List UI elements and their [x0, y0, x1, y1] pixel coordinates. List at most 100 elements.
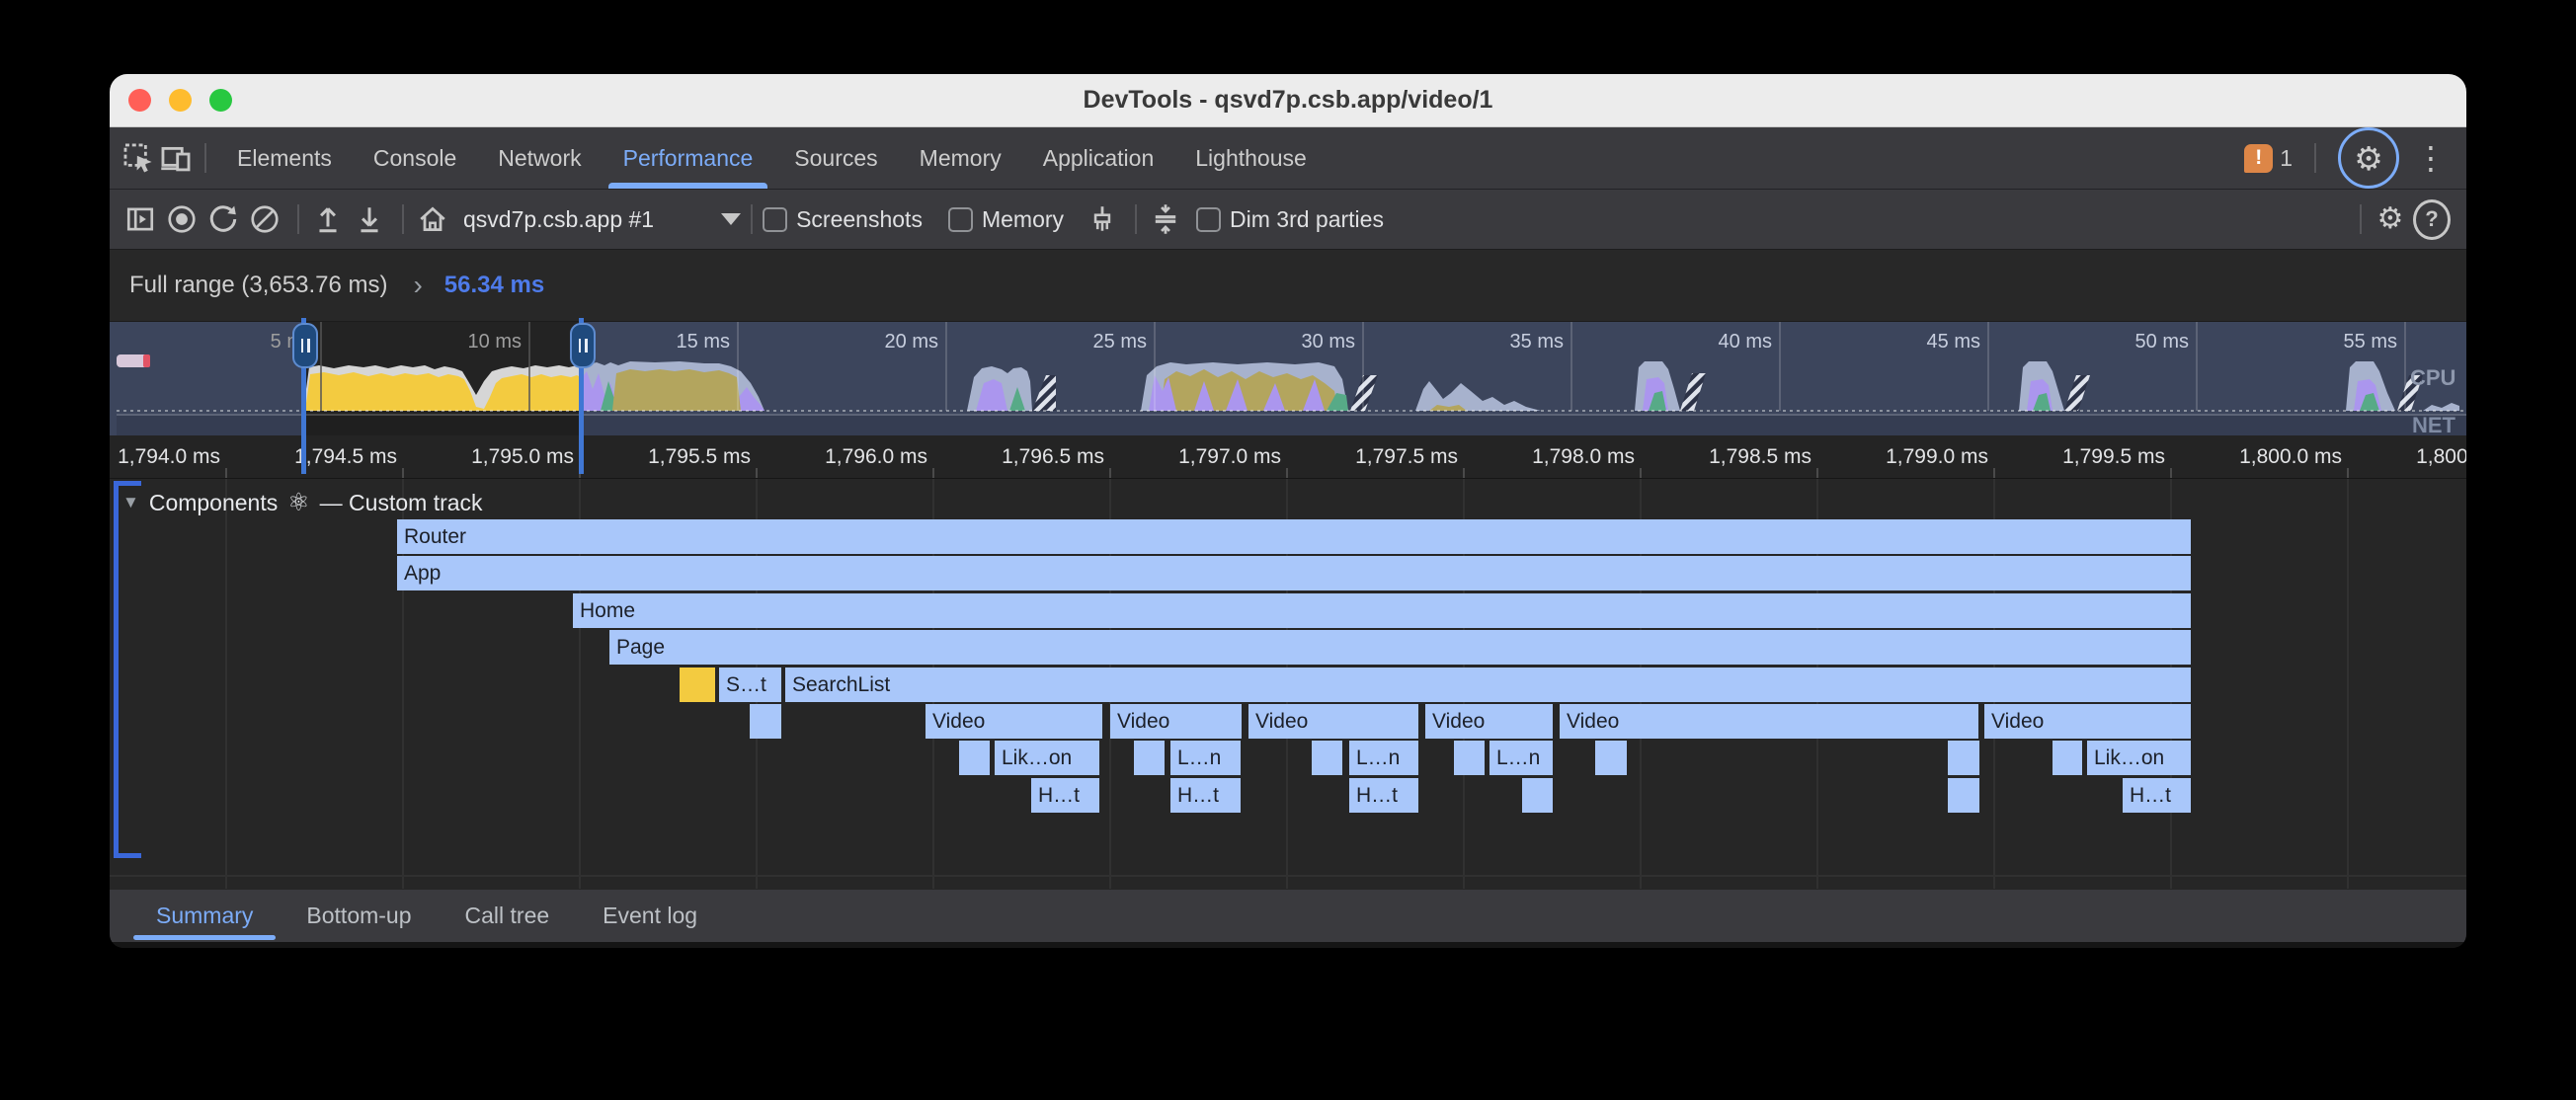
time-label: 1,795.0 ms [416, 435, 574, 478]
flame-bar-app[interactable]: App [397, 556, 2191, 590]
timeline-overview[interactable]: 5 ms10 ms15 ms20 ms25 ms30 ms35 ms40 ms4… [110, 322, 2466, 435]
flame-bar-video[interactable]: Video [1560, 704, 1978, 739]
garbage-collect-icon[interactable] [1084, 200, 1121, 238]
flame-bar-page[interactable]: Page [609, 630, 2191, 665]
flame-bar-video[interactable]: Video [1425, 704, 1553, 739]
time-label: 1,794.5 ms [239, 435, 397, 478]
selected-range-crumb[interactable]: 56.34 ms [444, 272, 544, 299]
tab-performance[interactable]: Performance [603, 127, 774, 189]
flame-bar[interactable] [1522, 778, 1553, 813]
ruler-label: 20 ms [885, 331, 938, 353]
flame-chart[interactable]: ▼ Components ⚛ — Custom track RouterAppH… [110, 479, 2466, 889]
toggle-sidebar-icon[interactable] [121, 200, 159, 238]
flame-bar-likon[interactable]: Lik…on [995, 741, 1099, 775]
ruler-label: 5 ms [271, 331, 313, 353]
target-selector[interactable]: qsvd7p.csb.app #1 [463, 206, 654, 233]
flame-bar-video[interactable]: Video [1984, 704, 2191, 739]
flame-bar-ht[interactable]: H…t [1349, 778, 1418, 813]
tab-network[interactable]: Network [477, 127, 602, 189]
cpu-overview-chart: 5 ms10 ms15 ms20 ms25 ms30 ms35 ms40 ms4… [117, 322, 2466, 435]
flame-bar-searchlist[interactable]: SearchList [785, 668, 2191, 702]
flame-bar-ln[interactable]: L…n [1489, 741, 1553, 775]
more-options-icon[interactable]: ⋮ [2411, 142, 2451, 174]
tab-application[interactable]: Application [1022, 127, 1175, 189]
tab-sources[interactable]: Sources [773, 127, 898, 189]
tab-lighthouse[interactable]: Lighthouse [1174, 127, 1328, 189]
capture-settings-icon[interactable]: ⚙ [2372, 200, 2409, 238]
details-tab-bottom-up[interactable]: Bottom-up [280, 890, 438, 942]
flame-bar[interactable] [2053, 741, 2082, 775]
ruler-tick [1816, 468, 1818, 478]
track-bottom-divider [110, 875, 2466, 877]
track-header[interactable]: ▼ Components ⚛ — Custom track [122, 488, 483, 517]
flame-bar-ht[interactable]: H…t [1031, 778, 1099, 813]
tab-elements[interactable]: Elements [216, 127, 353, 189]
record-icon[interactable] [163, 200, 201, 238]
ruler-tick [932, 468, 934, 478]
divider [402, 204, 404, 234]
flame-bar-st[interactable]: S…t [719, 668, 781, 702]
react-atom-icon: ⚛ [287, 488, 309, 517]
flame-bar-ht[interactable]: H…t [1170, 778, 1241, 813]
gridline [225, 479, 227, 889]
details-tab-bar: SummaryBottom-upCall treeEvent log [110, 889, 2466, 942]
full-range-crumb[interactable]: Full range (3,653.76 ms) [129, 272, 387, 299]
help-icon[interactable]: ? [2413, 200, 2451, 238]
memory-checkbox[interactable] [948, 207, 973, 232]
tab-memory[interactable]: Memory [899, 127, 1022, 189]
flame-bar[interactable] [1134, 741, 1165, 775]
upload-profile-icon[interactable] [309, 200, 347, 238]
chevron-down-icon[interactable] [721, 213, 741, 225]
window-bottom-edge [110, 942, 2466, 948]
flame-bar-video[interactable]: Video [1248, 704, 1418, 739]
reload-and-record-icon[interactable] [204, 200, 242, 238]
traffic-lights [128, 89, 232, 112]
flame-bar-home[interactable]: Home [573, 593, 2191, 628]
flame-bar[interactable] [1312, 741, 1342, 775]
collapse-tracks-icon[interactable] [1147, 200, 1184, 238]
time-label: 1,799.0 ms [1830, 435, 1988, 478]
flame-bar[interactable] [1948, 741, 1979, 775]
close-window-button[interactable] [128, 89, 151, 112]
divider [204, 143, 206, 173]
flame-bar[interactable] [1948, 778, 1979, 813]
dim-3rd-parties-checkbox[interactable] [1196, 207, 1221, 232]
net-strip-label: NET [2412, 413, 2456, 435]
details-tab-event-log[interactable]: Event log [576, 890, 724, 942]
flame-bar[interactable] [750, 704, 781, 739]
ruler-tick [1109, 468, 1111, 478]
maximize-window-button[interactable] [209, 89, 232, 112]
ruler-tick [225, 468, 227, 478]
device-toolbar-icon[interactable] [157, 139, 195, 177]
time-label: 1,799.5 ms [2007, 435, 2165, 478]
flame-bar-ht[interactable]: H…t [2123, 778, 2191, 813]
download-profile-icon[interactable] [351, 200, 388, 238]
flame-bar[interactable] [680, 668, 715, 702]
inspect-element-icon[interactable] [120, 139, 157, 177]
ruler-label: 10 ms [468, 331, 522, 353]
flame-bar-likon[interactable]: Lik…on [2087, 741, 2191, 775]
issues-counter[interactable]: ! 1 [2244, 144, 2293, 173]
screenshots-checkbox[interactable] [763, 207, 787, 232]
flame-bar-video[interactable]: Video [1110, 704, 1242, 739]
settings-button-focused[interactable]: ⚙ [2338, 127, 2399, 189]
ruler-tick [579, 468, 581, 478]
minimize-window-button[interactable] [169, 89, 192, 112]
clear-icon[interactable] [246, 200, 283, 238]
flame-bar-ln[interactable]: L…n [1349, 741, 1418, 775]
home-icon[interactable] [414, 200, 451, 238]
ruler-label: 45 ms [1927, 331, 1980, 353]
collapse-triangle-icon[interactable]: ▼ [122, 493, 139, 512]
details-tab-call-tree[interactable]: Call tree [439, 890, 577, 942]
memory-label: Memory [982, 206, 1064, 233]
flame-bar-ln[interactable]: L…n [1170, 741, 1241, 775]
details-tab-summary[interactable]: Summary [129, 890, 280, 942]
flame-bar[interactable] [1454, 741, 1485, 775]
tab-console[interactable]: Console [353, 127, 477, 189]
flame-bar[interactable] [1595, 741, 1627, 775]
flame-bar-router[interactable]: Router [397, 519, 2191, 554]
divider [297, 204, 299, 234]
performance-toolbar: qsvd7p.csb.app #1 Screenshots Memory Dim… [110, 190, 2466, 250]
flame-bar[interactable] [959, 741, 990, 775]
flame-bar-video[interactable]: Video [926, 704, 1102, 739]
